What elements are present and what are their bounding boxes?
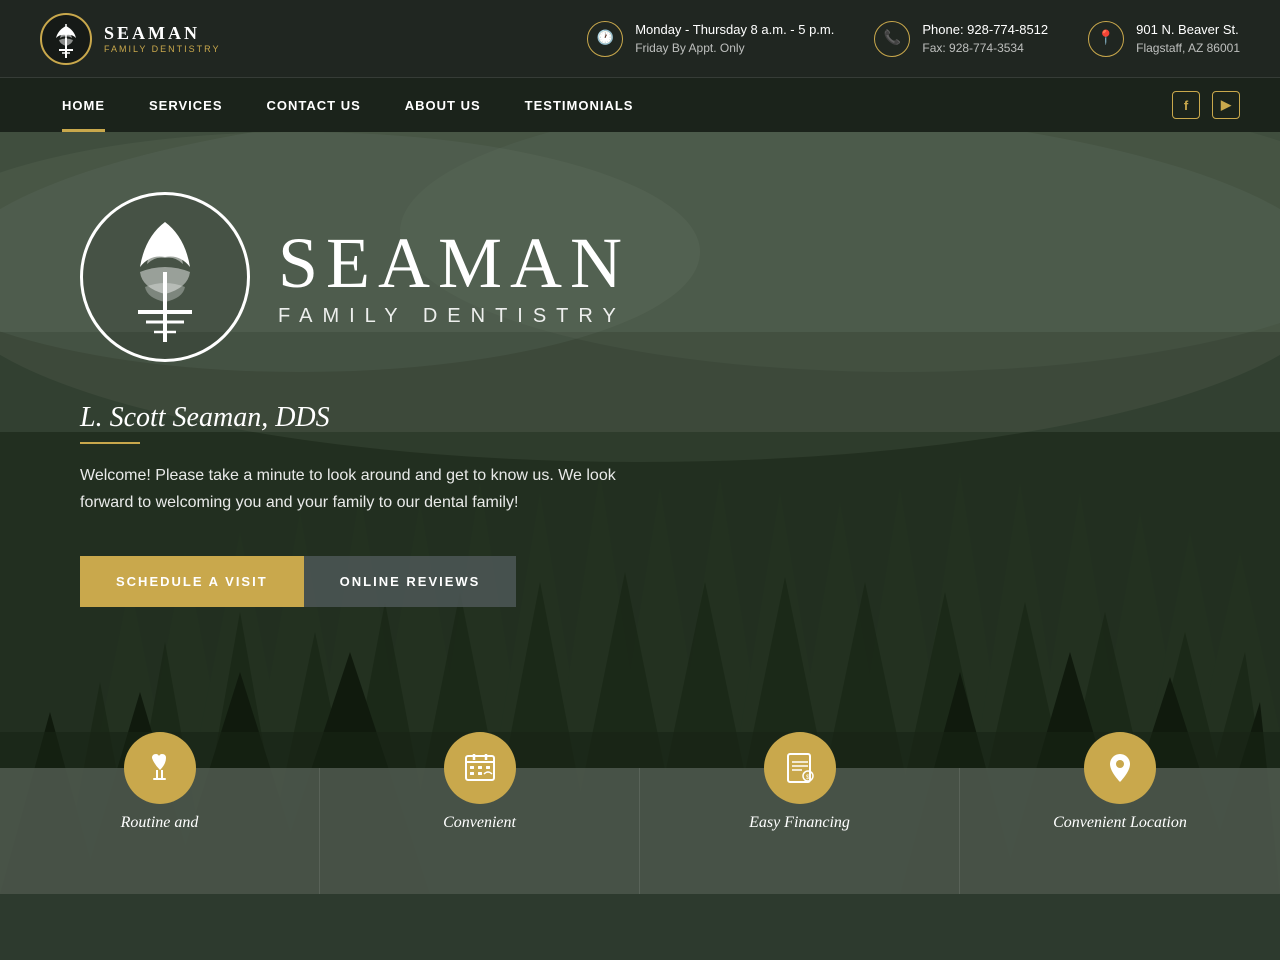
feature-financing: $ Easy Financing xyxy=(640,768,960,894)
hero-logo-name: SEAMAN xyxy=(278,227,630,299)
nav-home[interactable]: HOME xyxy=(40,78,127,132)
nav-contact[interactable]: CONTACT US xyxy=(245,78,383,132)
nav-services[interactable]: SERVICES xyxy=(127,78,245,132)
hours-sub: Friday By Appt. Only xyxy=(635,39,834,57)
fax-label: Fax: 928-774-3534 xyxy=(922,39,1048,57)
feature-routine: Routine and xyxy=(0,768,320,894)
youtube-icon[interactable]: ▶ xyxy=(1212,91,1240,119)
facebook-icon[interactable]: f xyxy=(1172,91,1200,119)
phone-text: Phone: 928-774-8512 Fax: 928-774-3534 xyxy=(922,20,1048,58)
logo-icon xyxy=(40,13,92,65)
feature-convenient-label: Convenient xyxy=(443,814,516,832)
address-line2: Flagstaff, AZ 86001 xyxy=(1136,39,1240,57)
logo-name: SEAMAN xyxy=(104,23,221,44)
hours-info: 🕐 Monday - Thursday 8 a.m. - 5 p.m. Frid… xyxy=(587,20,834,58)
nav-about[interactable]: ABOUT US xyxy=(383,78,503,132)
logo-subtitle: FAMILY DENTISTRY xyxy=(104,44,221,54)
doctor-name: L. Scott Seaman, DDS xyxy=(80,402,330,434)
address-text: 901 N. Beaver St. Flagstaff, AZ 86001 xyxy=(1136,20,1240,58)
doctor-divider xyxy=(80,442,140,444)
location-feature-icon xyxy=(1084,732,1156,804)
schedule-button[interactable]: SCHEDULE A VISIT xyxy=(80,556,304,607)
location-icon: 📍 xyxy=(1088,21,1124,57)
feature-financing-label: Easy Financing xyxy=(749,814,850,832)
top-bar: SEAMAN FAMILY DENTISTRY 🕐 Monday - Thurs… xyxy=(0,0,1280,78)
financing-icon: $ xyxy=(764,732,836,804)
feature-location-label: Convenient Location xyxy=(1053,814,1187,832)
phone-label: Phone: 928-774-8512 xyxy=(922,20,1048,40)
feature-location: Convenient Location xyxy=(960,768,1280,894)
nav-testimonials[interactable]: TESTIMONIALS xyxy=(503,78,656,132)
hours-text: Monday - Thursday 8 a.m. - 5 p.m. Friday… xyxy=(635,20,834,58)
nav-bar: HOME SERVICES CONTACT US ABOUT US TESTIM… xyxy=(0,78,1280,132)
logo-text: SEAMAN FAMILY DENTISTRY xyxy=(104,23,221,54)
hero-logo-circle xyxy=(80,192,250,362)
hero-section: SEAMAN FAMILY DENTISTRY L. Scott Seaman,… xyxy=(0,132,1280,894)
contact-info: 🕐 Monday - Thursday 8 a.m. - 5 p.m. Frid… xyxy=(587,20,1240,58)
hero-logo-subtitle: FAMILY DENTISTRY xyxy=(278,305,630,328)
features-bar: Routine and Convenient xyxy=(0,768,1280,894)
convenient-icon xyxy=(444,732,516,804)
nav-links: HOME SERVICES CONTACT US ABOUT US TESTIM… xyxy=(40,78,655,132)
hero-logo: SEAMAN FAMILY DENTISTRY xyxy=(80,192,630,362)
routine-icon xyxy=(124,732,196,804)
clock-icon: 🕐 xyxy=(587,21,623,57)
logo[interactable]: SEAMAN FAMILY DENTISTRY xyxy=(40,13,221,65)
social-icons: f ▶ xyxy=(1172,91,1240,119)
feature-convenient: Convenient xyxy=(320,768,640,894)
address-line1: 901 N. Beaver St. xyxy=(1136,20,1240,40)
cta-buttons: SCHEDULE A VISIT ONLINE REVIEWS xyxy=(80,556,516,607)
phone-icon: 📞 xyxy=(874,21,910,57)
feature-routine-label: Routine and xyxy=(121,814,199,832)
welcome-text: Welcome! Please take a minute to look ar… xyxy=(80,462,640,516)
reviews-button[interactable]: ONLINE REVIEWS xyxy=(304,556,517,607)
address-info[interactable]: 📍 901 N. Beaver St. Flagstaff, AZ 86001 xyxy=(1088,20,1240,58)
hours-main: Monday - Thursday 8 a.m. - 5 p.m. xyxy=(635,20,834,40)
phone-info[interactable]: 📞 Phone: 928-774-8512 Fax: 928-774-3534 xyxy=(874,20,1048,58)
hero-logo-text: SEAMAN FAMILY DENTISTRY xyxy=(278,227,630,328)
